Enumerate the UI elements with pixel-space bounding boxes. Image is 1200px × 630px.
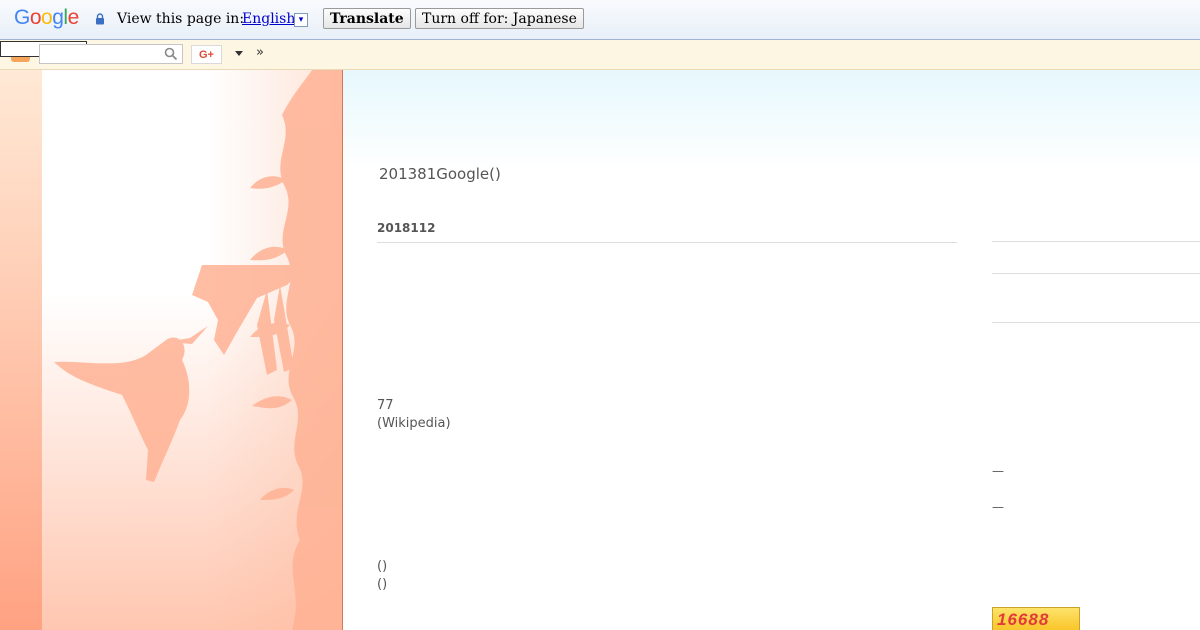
search-icon[interactable] xyxy=(164,47,178,61)
logo-letter: e xyxy=(67,6,80,29)
post-text-line: (Wikipedia) xyxy=(377,416,451,431)
sidebar-thumbnail-image[interactable]: 16688 xyxy=(992,607,1080,630)
language-dropdown-icon[interactable]: ▾ xyxy=(294,13,308,27)
logo-letter: g xyxy=(52,6,64,29)
translate-button[interactable]: Translate xyxy=(323,8,411,29)
blog-header xyxy=(343,70,1200,170)
post-text-line: () xyxy=(377,577,388,592)
more-button[interactable]: » xyxy=(256,45,264,60)
google-plus-button[interactable]: G+ xyxy=(191,45,222,64)
sidebar-divider-line xyxy=(992,322,1200,323)
turn-off-button[interactable]: Turn off for: Japanese xyxy=(415,8,584,29)
sidebar-dash: — xyxy=(992,464,1004,478)
sidebar-divider-line xyxy=(992,273,1200,274)
lock-icon xyxy=(96,13,104,25)
chevron-down-icon[interactable] xyxy=(235,51,243,56)
left-stripe xyxy=(0,70,42,630)
sidebar-divider-line xyxy=(992,241,1200,242)
sidebar-dash: — xyxy=(992,500,1004,514)
logo-letter: G xyxy=(14,6,30,29)
post-text-line: () xyxy=(377,559,388,574)
google-logo: Google xyxy=(14,6,79,30)
blog-search-input[interactable] xyxy=(39,44,183,64)
post-text-line: 77 xyxy=(377,398,394,413)
blog-title: 201381Google() xyxy=(379,165,501,183)
logo-letter: o xyxy=(41,6,53,29)
post-date: 2018112 xyxy=(377,221,436,235)
thumbnail-text: 16688 xyxy=(997,610,1050,629)
logo-letter: o xyxy=(29,6,42,29)
hummingbird-flower-illustration xyxy=(54,70,342,630)
post-divider xyxy=(377,242,957,243)
language-link[interactable]: English xyxy=(242,11,295,27)
view-page-label: View this page in: xyxy=(117,11,245,27)
